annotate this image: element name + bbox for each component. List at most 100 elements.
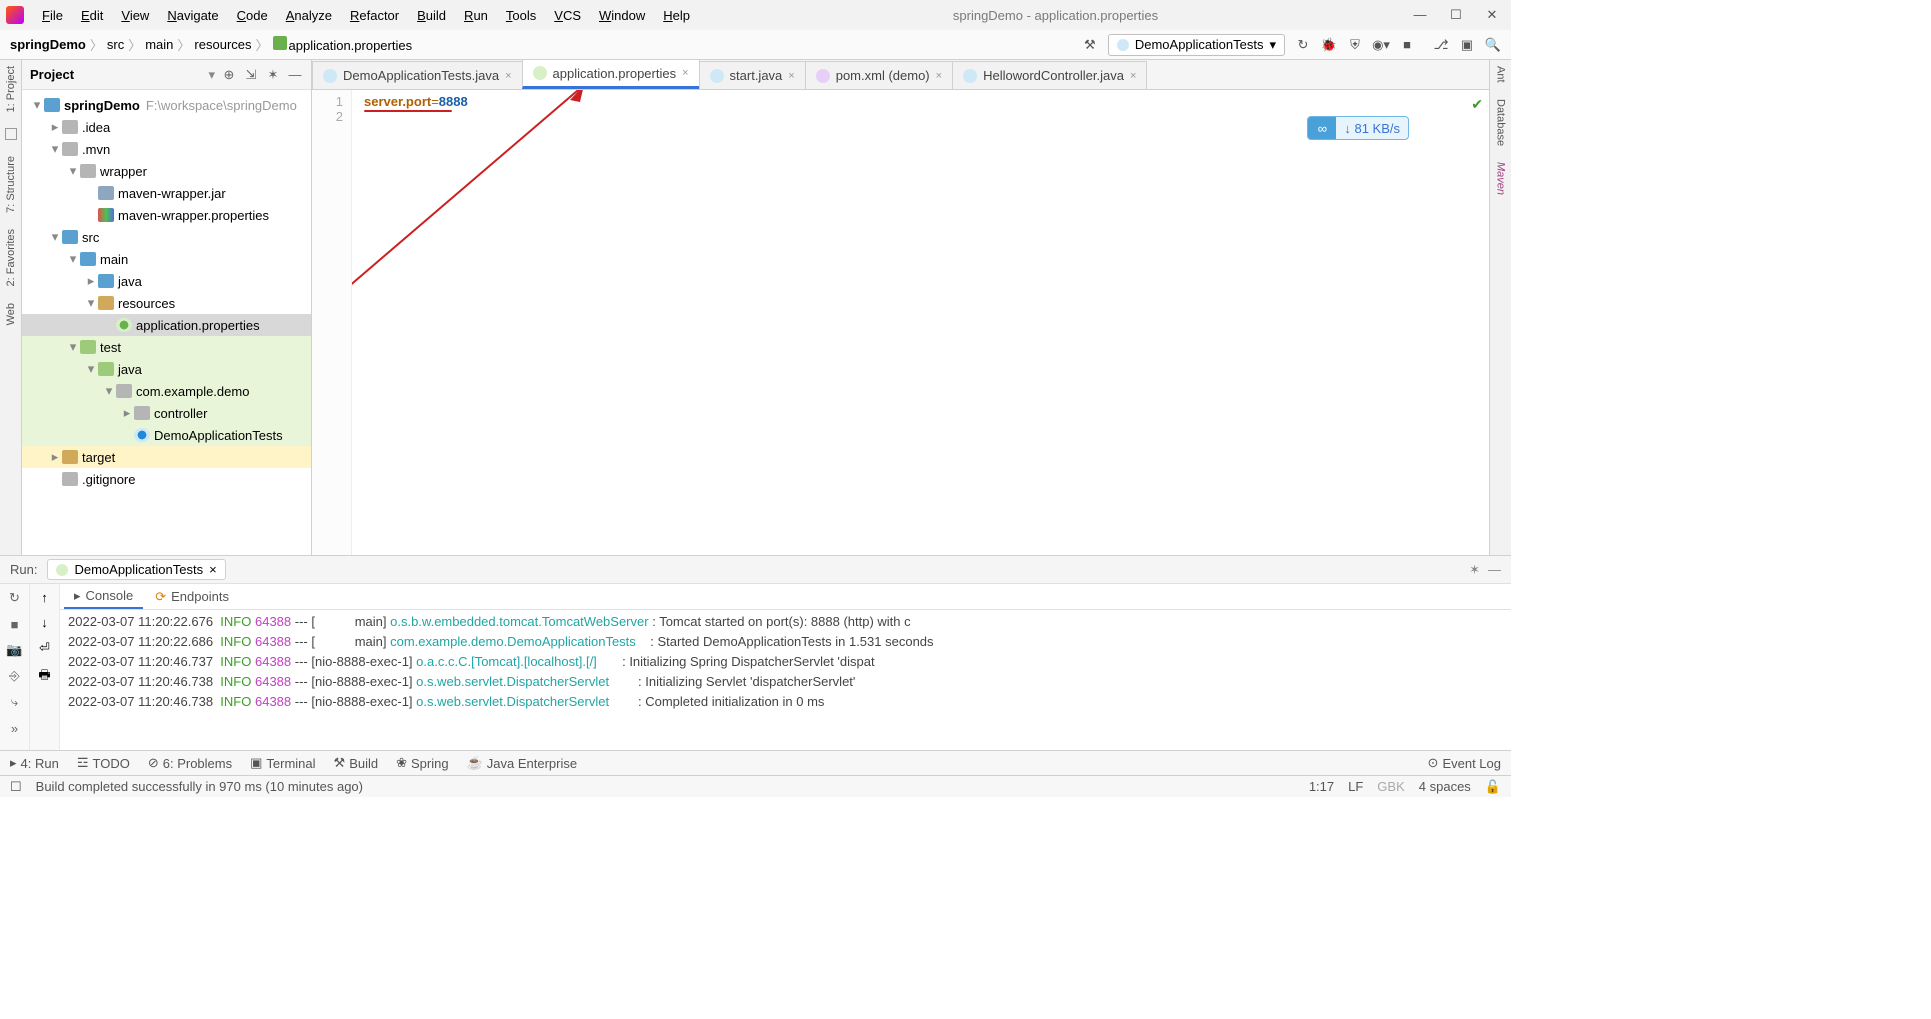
tree-node[interactable]: ▾wrapper (22, 160, 311, 182)
tree-node[interactable]: maven-wrapper.properties (22, 204, 311, 226)
menu-tools[interactable]: Tools (498, 5, 544, 26)
tree-node[interactable]: ▸.idea (22, 116, 311, 138)
breadcrumb-item[interactable]: src (107, 37, 124, 52)
camera-icon[interactable]: 📷 (7, 642, 23, 658)
run-config-tab[interactable]: DemoApplicationTests × (47, 559, 225, 580)
javaee-tw-button[interactable]: ☕ Java Enterprise (467, 755, 578, 771)
problems-tw-button[interactable]: ⊘ 6: Problems (148, 755, 232, 771)
event-log-button[interactable]: ⊙ Event Log (1428, 755, 1501, 771)
close-icon[interactable]: × (936, 70, 942, 82)
indent[interactable]: 4 spaces (1419, 779, 1471, 794)
run-settings-icon[interactable]: ✶ (1469, 562, 1480, 578)
tree-node[interactable]: ▸java (22, 270, 311, 292)
menu-navigate[interactable]: Navigate (159, 5, 226, 26)
debug-button[interactable]: 🐞 (1321, 37, 1337, 53)
menu-refactor[interactable]: Refactor (342, 5, 407, 26)
menu-window[interactable]: Window (591, 5, 653, 26)
stop-button[interactable]: ■ (1399, 37, 1415, 53)
more-icon[interactable]: » (7, 720, 23, 736)
close-icon[interactable]: × (788, 70, 794, 82)
breadcrumb-item[interactable]: resources (194, 37, 251, 52)
editor-tab[interactable]: application.properties× (522, 59, 700, 89)
git-button[interactable]: ⎇ (1433, 37, 1449, 53)
hide-icon[interactable]: — (287, 67, 303, 83)
breadcrumb-item[interactable]: springDemo (10, 37, 86, 52)
exit-icon[interactable]: ⤷ (7, 694, 23, 710)
maximize-button[interactable]: ☐ (1449, 7, 1463, 23)
tree-node[interactable]: ▾springDemoF:\workspace\springDemo (22, 94, 311, 116)
menu-code[interactable]: Code (229, 5, 276, 26)
menu-run[interactable]: Run (456, 5, 496, 26)
editor-tab[interactable]: pom.xml (demo)× (805, 61, 953, 89)
hammer-icon[interactable]: ⚒ (1082, 37, 1098, 53)
console-tab[interactable]: ▸Console (64, 585, 143, 609)
spring-tw-button[interactable]: ❀ Spring (396, 755, 448, 771)
web-tool-button[interactable]: Web (5, 303, 17, 325)
search-button[interactable]: 🔍 (1485, 37, 1501, 53)
tree-node[interactable]: maven-wrapper.jar (22, 182, 311, 204)
print-icon[interactable]: 🖶 (38, 666, 50, 688)
breadcrumb-item[interactable]: application.properties (273, 36, 413, 53)
close-icon[interactable]: × (682, 67, 688, 79)
caret-position[interactable]: 1:17 (1309, 779, 1334, 794)
tree-node[interactable]: ▾test (22, 336, 311, 358)
editor-tab[interactable]: HellowordController.java× (952, 61, 1147, 89)
tree-node[interactable]: ▾resources (22, 292, 311, 314)
close-icon[interactable]: × (505, 70, 511, 82)
menu-analyze[interactable]: Analyze (278, 5, 340, 26)
run-tw-button[interactable]: ▸ 4: Run (10, 755, 59, 771)
menu-edit[interactable]: Edit (73, 5, 111, 26)
tree-node[interactable]: ▾main (22, 248, 311, 270)
structure-tool-button[interactable]: 7: Structure (5, 156, 17, 213)
close-icon[interactable]: × (1130, 70, 1136, 82)
tree-node[interactable]: ▸target (22, 446, 311, 468)
expand-icon[interactable]: ⇲ (243, 67, 259, 83)
locate-icon[interactable]: ⊕ (221, 67, 237, 83)
editor-tab[interactable]: DemoApplicationTests.java× (312, 61, 523, 89)
close-button[interactable]: ✕ (1485, 7, 1499, 23)
project-tool-button[interactable]: 1: Project (5, 66, 17, 112)
run-config-selector[interactable]: DemoApplicationTests ▾ (1108, 34, 1285, 56)
lock-icon[interactable]: 🔓 (1485, 779, 1501, 795)
tree-node[interactable]: ▸controller (22, 402, 311, 424)
up-icon[interactable]: ↑ (41, 590, 48, 605)
todo-tw-button[interactable]: ☲ TODO (77, 755, 130, 771)
tree-node[interactable]: DemoApplicationTests (22, 424, 311, 446)
ant-tool-button[interactable]: Ant (1495, 66, 1507, 83)
menu-view[interactable]: View (113, 5, 157, 26)
menu-build[interactable]: Build (409, 5, 454, 26)
tree-node[interactable]: .gitignore (22, 468, 311, 490)
code-editor[interactable]: 1 2 server.port=8888 ✔ ∞ ↓ 81 KB/s (312, 90, 1489, 555)
breadcrumb-item[interactable]: main (145, 37, 173, 52)
tree-node[interactable]: ▾java (22, 358, 311, 380)
stop-run-button[interactable]: ■ (7, 616, 23, 632)
menu-help[interactable]: Help (655, 5, 698, 26)
console-output[interactable]: 2022-03-07 11:20:22.676 INFO 64388 --- [… (60, 610, 1511, 750)
profile-button[interactable]: ◉▾ (1373, 37, 1389, 53)
build-tw-button[interactable]: ⚒ Build (334, 755, 379, 771)
terminal-tw-button[interactable]: ▣ Terminal (250, 755, 315, 771)
encoding[interactable]: GBK (1377, 779, 1404, 794)
toolbox-button[interactable]: ▣ (1459, 37, 1475, 53)
favorites-tool-button[interactable]: 2: Favorites (5, 229, 17, 286)
database-tool-button[interactable]: Database (1495, 99, 1507, 146)
tree-node[interactable]: application.properties (22, 314, 311, 336)
tree-node[interactable]: ▾com.example.demo (22, 380, 311, 402)
run-button[interactable]: ↻ (1295, 37, 1311, 53)
wrap-icon[interactable]: ⏎ (39, 640, 50, 656)
minimize-button[interactable]: — (1413, 7, 1427, 23)
close-icon[interactable]: × (209, 562, 217, 577)
settings-icon[interactable]: ✶ (265, 67, 281, 83)
project-tree[interactable]: ▾springDemoF:\workspace\springDemo▸.idea… (22, 90, 311, 555)
chevron-down-icon[interactable]: ▾ (208, 67, 215, 83)
tree-node[interactable]: ▾src (22, 226, 311, 248)
rerun-button[interactable]: ↻ (7, 590, 23, 606)
maven-tool-button[interactable]: Maven (1495, 162, 1507, 195)
layout-icon[interactable]: ⎆ (7, 668, 23, 684)
down-icon[interactable]: ↓ (41, 615, 48, 630)
coverage-button[interactable]: ⛨ (1347, 37, 1363, 53)
line-ending[interactable]: LF (1348, 779, 1363, 794)
tree-node[interactable]: ▾.mvn (22, 138, 311, 160)
endpoints-tab[interactable]: ⟳Endpoints (145, 586, 239, 608)
editor-tab[interactable]: start.java× (699, 61, 806, 89)
